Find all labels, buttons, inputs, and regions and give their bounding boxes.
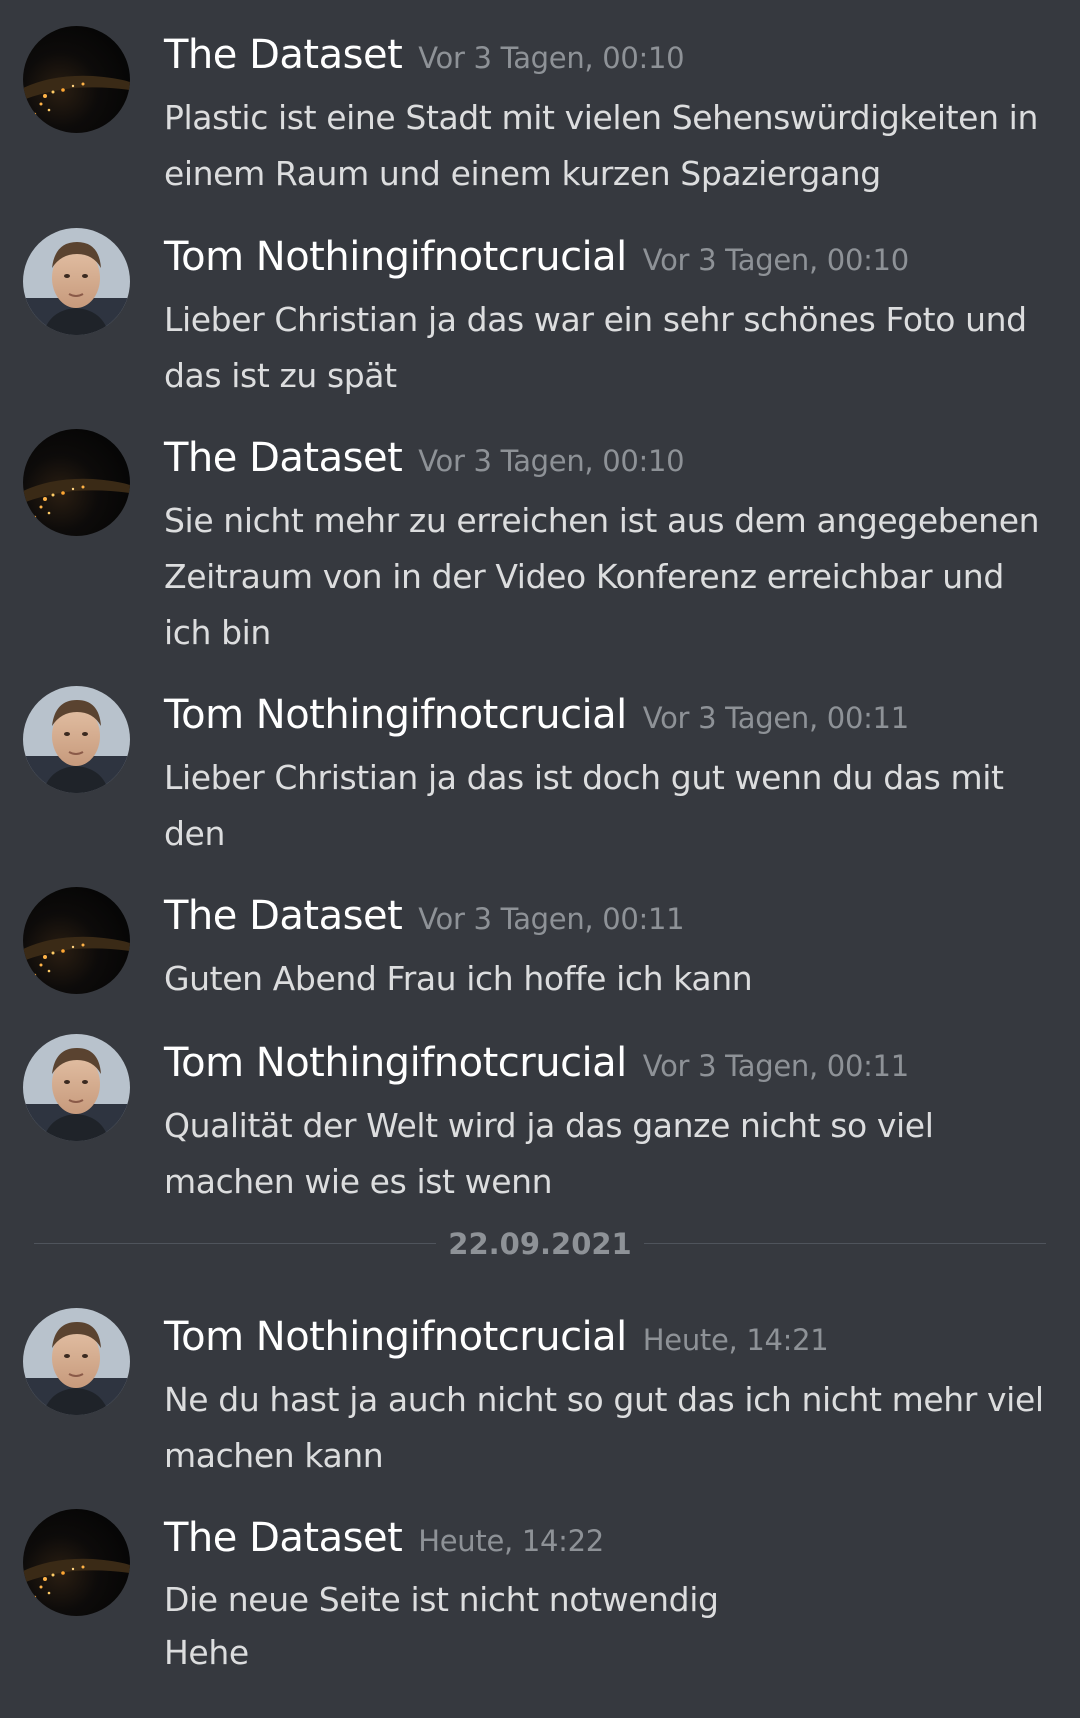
message-timestamp: Vor 3 Tagen, 00:10: [418, 444, 685, 478]
portrait-avatar-icon[interactable]: [23, 1034, 130, 1141]
message-text: Plastic ist eine Stadt mit vielen Sehens…: [164, 98, 1038, 193]
night-earth-avatar-icon[interactable]: [23, 26, 130, 133]
message-timestamp: Vor 3 Tagen, 00:11: [642, 1049, 909, 1083]
message-text: Lieber Christian ja das war ein sehr sch…: [164, 300, 1027, 395]
message-timestamp: Vor 3 Tagen, 00:10: [418, 41, 685, 75]
message-text: Sie nicht mehr zu erreichen ist aus dem …: [164, 501, 1040, 652]
message-text: Lieber Christian ja das ist doch gut wen…: [164, 758, 1004, 853]
message-text: Die neue Seite ist nicht notwendig Hehe: [164, 1580, 719, 1672]
night-earth-avatar-icon[interactable]: [23, 429, 130, 536]
message-text: Guten Abend Frau ich hoffe ich kann: [164, 959, 753, 998]
message-text: Ne du hast ja auch nicht so gut das ich …: [164, 1380, 1044, 1475]
portrait-avatar-icon[interactable]: [23, 686, 130, 793]
message-timestamp: Heute, 14:21: [642, 1323, 829, 1357]
message-timestamp: Vor 3 Tagen, 00:11: [642, 701, 909, 735]
author-name[interactable]: Tom Nothingifnotcrucial: [164, 1040, 627, 1086]
portrait-avatar-icon[interactable]: [23, 1308, 130, 1415]
divider-line: [34, 1243, 436, 1244]
author-name[interactable]: The Dataset: [164, 1515, 403, 1561]
author-name[interactable]: The Dataset: [164, 893, 403, 939]
message-timestamp: Vor 3 Tagen, 00:10: [642, 243, 909, 277]
night-earth-avatar-icon[interactable]: [23, 887, 130, 994]
author-name[interactable]: Tom Nothingifnotcrucial: [164, 1314, 627, 1360]
message-timestamp: Vor 3 Tagen, 00:11: [418, 902, 685, 936]
message-text: Qualität der Welt wird ja das ganze nich…: [164, 1106, 934, 1201]
author-name[interactable]: The Dataset: [164, 435, 403, 481]
night-earth-avatar-icon[interactable]: [23, 1509, 130, 1616]
author-name[interactable]: Tom Nothingifnotcrucial: [164, 692, 627, 738]
chat-message-list: The Dataset Vor 3 Tagen, 00:10 Plastic is…: [0, 0, 1080, 1718]
author-name[interactable]: Tom Nothingifnotcrucial: [164, 234, 627, 280]
portrait-avatar-icon[interactable]: [23, 228, 130, 335]
author-name[interactable]: The Dataset: [164, 32, 403, 78]
date-divider-label: 22.09.2021: [448, 1227, 632, 1261]
divider-line: [644, 1243, 1046, 1244]
date-divider: 22.09.2021: [34, 1226, 1046, 1262]
message-timestamp: Heute, 14:22: [418, 1524, 604, 1558]
